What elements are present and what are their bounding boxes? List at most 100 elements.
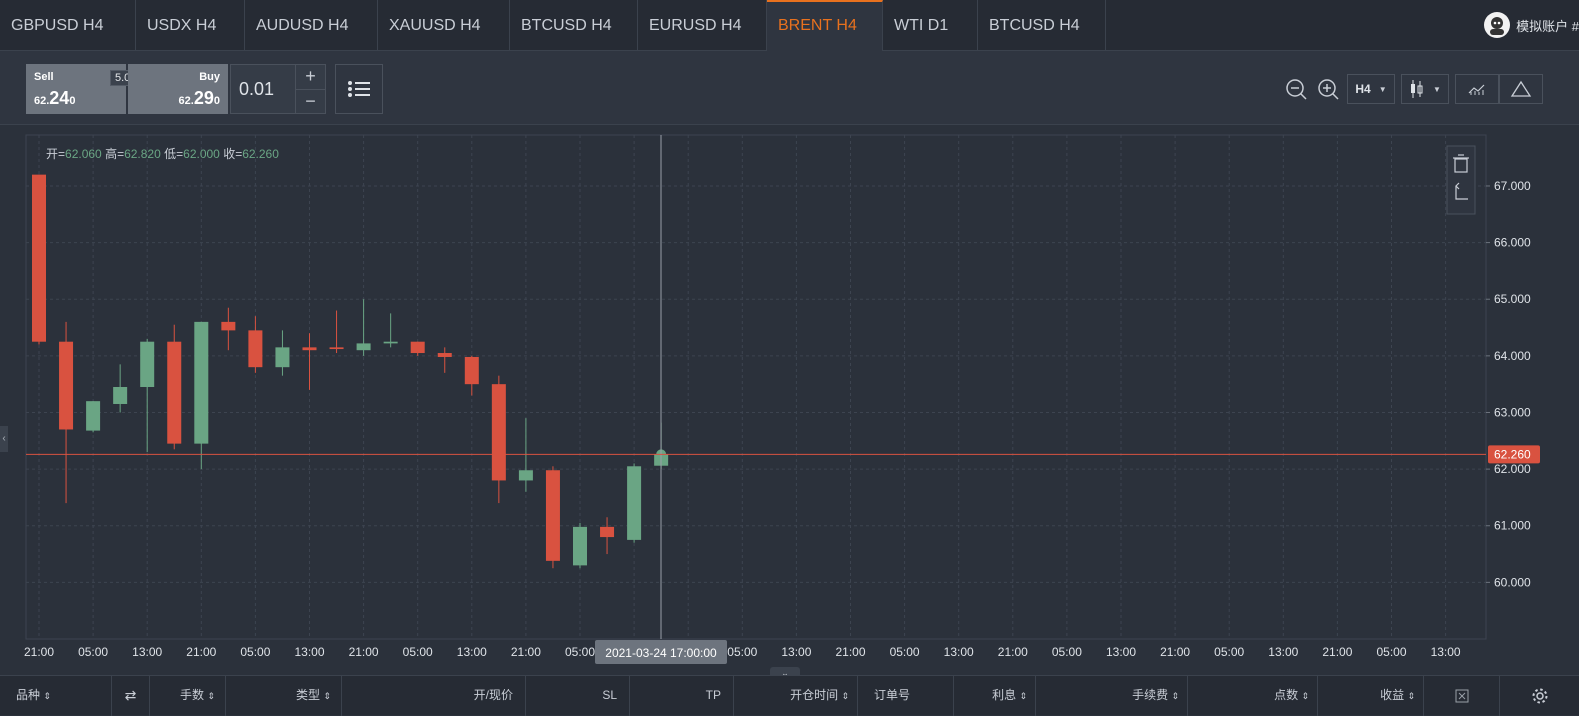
candle-body bbox=[464, 356, 479, 385]
candle-body bbox=[167, 341, 182, 444]
positions-table-header: 品种 ⇕ ⇄ 手数 ⇕ 类型 ⇕ 开/现价 SL TP 开仓时间 ⇕ 订单号 利… bbox=[0, 675, 1579, 716]
x-tick-label: 13:00 bbox=[294, 645, 324, 659]
x-tick-label: 13:00 bbox=[1431, 645, 1461, 659]
col-tp: TP bbox=[630, 676, 734, 716]
sort-icon: ⇕ bbox=[323, 691, 331, 701]
trade-panel: Sell 5.00 62.240 Buy 62.290 0.01 + − bbox=[26, 64, 326, 114]
tab-btcusd-h4-2[interactable]: BTCUSD H4 bbox=[978, 0, 1106, 51]
x-tick-label: 05:00 bbox=[1376, 645, 1406, 659]
user-avatar-icon bbox=[1490, 17, 1505, 35]
tab-usdx-h4[interactable]: USDX H4 bbox=[136, 0, 245, 51]
chevron-left-icon: ‹ bbox=[2, 433, 6, 444]
settings-button[interactable] bbox=[1500, 676, 1579, 716]
x-tick-label: 05:00 bbox=[890, 645, 920, 659]
x-tick-label: 13:00 bbox=[132, 645, 162, 659]
col-sl: SL bbox=[526, 676, 630, 716]
lot-size-input[interactable]: 0.01 bbox=[230, 64, 296, 114]
gear-icon bbox=[1532, 688, 1547, 704]
sell-price: 62.240 bbox=[34, 88, 76, 108]
x-tick-label: 21:00 bbox=[835, 645, 865, 659]
col-commission[interactable]: 手续费 ⇕ bbox=[1036, 676, 1188, 716]
lot-stepper: + − bbox=[296, 64, 326, 114]
candle-body bbox=[410, 341, 425, 354]
x-tick-label: 13:00 bbox=[1268, 645, 1298, 659]
candle-body bbox=[627, 466, 642, 540]
account-menu[interactable]: 模拟账户 # bbox=[1484, 12, 1579, 38]
close-all-button[interactable] bbox=[1424, 676, 1500, 716]
buy-button[interactable]: Buy 62.290 bbox=[128, 64, 228, 114]
zoom-in-button[interactable] bbox=[1315, 74, 1341, 104]
col-symbol[interactable]: 品种 ⇕ bbox=[0, 676, 112, 716]
chart-type-select[interactable]: ▼ bbox=[1401, 74, 1449, 104]
candle-body bbox=[356, 343, 371, 351]
zoom-in-icon bbox=[1318, 79, 1339, 100]
indicators-button[interactable] bbox=[1455, 74, 1499, 104]
x-tick-label: 21:00 bbox=[349, 645, 379, 659]
sort-icon: ⇕ bbox=[207, 691, 215, 701]
price-chart[interactable]: 67.000 66.000 65.000 64.000 63.000 62.000 61.0… bbox=[0, 126, 1579, 670]
swap-button[interactable]: ⇄ bbox=[112, 676, 150, 716]
svg-text:2021-03-24 17:00:00: 2021-03-24 17:00:00 bbox=[605, 646, 717, 660]
x-tick-label: 05:00 bbox=[78, 645, 108, 659]
col-swap[interactable]: 利息 ⇕ bbox=[954, 676, 1036, 716]
buy-label: Buy bbox=[199, 71, 220, 83]
candle-body bbox=[518, 470, 533, 481]
candle-body bbox=[491, 384, 506, 481]
tab-btcusd-h4[interactable]: BTCUSD H4 bbox=[510, 0, 638, 51]
tab-brent-h4[interactable]: BRENT H4 bbox=[767, 0, 883, 51]
col-open-time[interactable]: 开仓时间 ⇕ bbox=[734, 676, 858, 716]
sort-icon: ⇕ bbox=[1301, 691, 1309, 701]
y-tick-label: 63.000 bbox=[1494, 405, 1531, 419]
candle bbox=[167, 324, 182, 450]
sort-icon: ⇕ bbox=[1019, 691, 1027, 701]
y-tick-label: 62.000 bbox=[1494, 462, 1531, 476]
triangle-icon bbox=[1510, 80, 1532, 97]
chart-toolbar: Sell 5.00 62.240 Buy 62.290 0.01 + − H4 … bbox=[0, 51, 1579, 125]
y-tick-label: 65.000 bbox=[1494, 292, 1531, 306]
tab-audusd-h4[interactable]: AUDUSD H4 bbox=[245, 0, 378, 51]
order-list-button[interactable] bbox=[335, 64, 383, 114]
sell-button[interactable]: Sell 5.00 62.240 bbox=[26, 64, 142, 114]
y-tick-label: 64.000 bbox=[1494, 349, 1531, 363]
x-tick-label: 13:00 bbox=[1106, 645, 1136, 659]
current-price-label: 62.260 bbox=[1488, 445, 1540, 464]
candle bbox=[545, 466, 560, 569]
x-tick-label: 21:00 bbox=[511, 645, 541, 659]
tab-wti-d1[interactable]: WTI D1 bbox=[883, 0, 978, 51]
x-tick-label: 13:00 bbox=[457, 645, 487, 659]
zoom-out-button[interactable] bbox=[1283, 74, 1309, 104]
candle bbox=[573, 522, 587, 569]
indicator-icon bbox=[1468, 84, 1485, 95]
lot-increase-button[interactable]: + bbox=[296, 65, 325, 89]
tab-xauusd-h4[interactable]: XAUUSD H4 bbox=[378, 0, 510, 51]
timeframe-select[interactable]: H4 ▼ bbox=[1347, 74, 1395, 104]
x-tick-label: 05:00 bbox=[1052, 645, 1082, 659]
buy-price: 62.290 bbox=[178, 88, 220, 108]
chart-tools: H4 ▼ ▼ bbox=[1283, 73, 1543, 105]
candle bbox=[627, 463, 642, 543]
candle-body bbox=[140, 341, 155, 387]
col-profit[interactable]: 收益 ⇕ bbox=[1318, 676, 1424, 716]
tab-eurusd-h4[interactable]: EURUSD H4 bbox=[638, 0, 767, 51]
x-tick-label: 13:00 bbox=[944, 645, 974, 659]
x-tick-label: 05:00 bbox=[727, 645, 757, 659]
x-tick-label: 05:00 bbox=[565, 645, 595, 659]
col-lots[interactable]: 手数 ⇕ bbox=[150, 676, 226, 716]
tab-gbpusd-h4[interactable]: GBPUSD H4 bbox=[0, 0, 136, 51]
lot-decrease-button[interactable]: − bbox=[296, 89, 325, 113]
zoom-out-icon bbox=[1286, 79, 1307, 100]
swap-icon: ⇄ bbox=[124, 687, 137, 703]
col-points[interactable]: 点数 ⇕ bbox=[1188, 676, 1318, 716]
candle-body bbox=[221, 321, 236, 331]
y-tick-label: 66.000 bbox=[1494, 236, 1531, 250]
x-tick-label: 21:00 bbox=[998, 645, 1028, 659]
candle-body bbox=[302, 347, 317, 351]
col-type[interactable]: 类型 ⇕ bbox=[226, 676, 342, 716]
x-tick-label: 21:00 bbox=[1160, 645, 1190, 659]
side-panel-toggle[interactable]: ‹ bbox=[0, 426, 8, 452]
drawing-tools-button[interactable] bbox=[1499, 74, 1543, 104]
chevron-down-icon: ▼ bbox=[1378, 84, 1387, 94]
x-tick-label: 21:00 bbox=[186, 645, 216, 659]
x-tick-label: 21:00 bbox=[24, 645, 54, 659]
timeframe-value: H4 bbox=[1355, 82, 1371, 96]
